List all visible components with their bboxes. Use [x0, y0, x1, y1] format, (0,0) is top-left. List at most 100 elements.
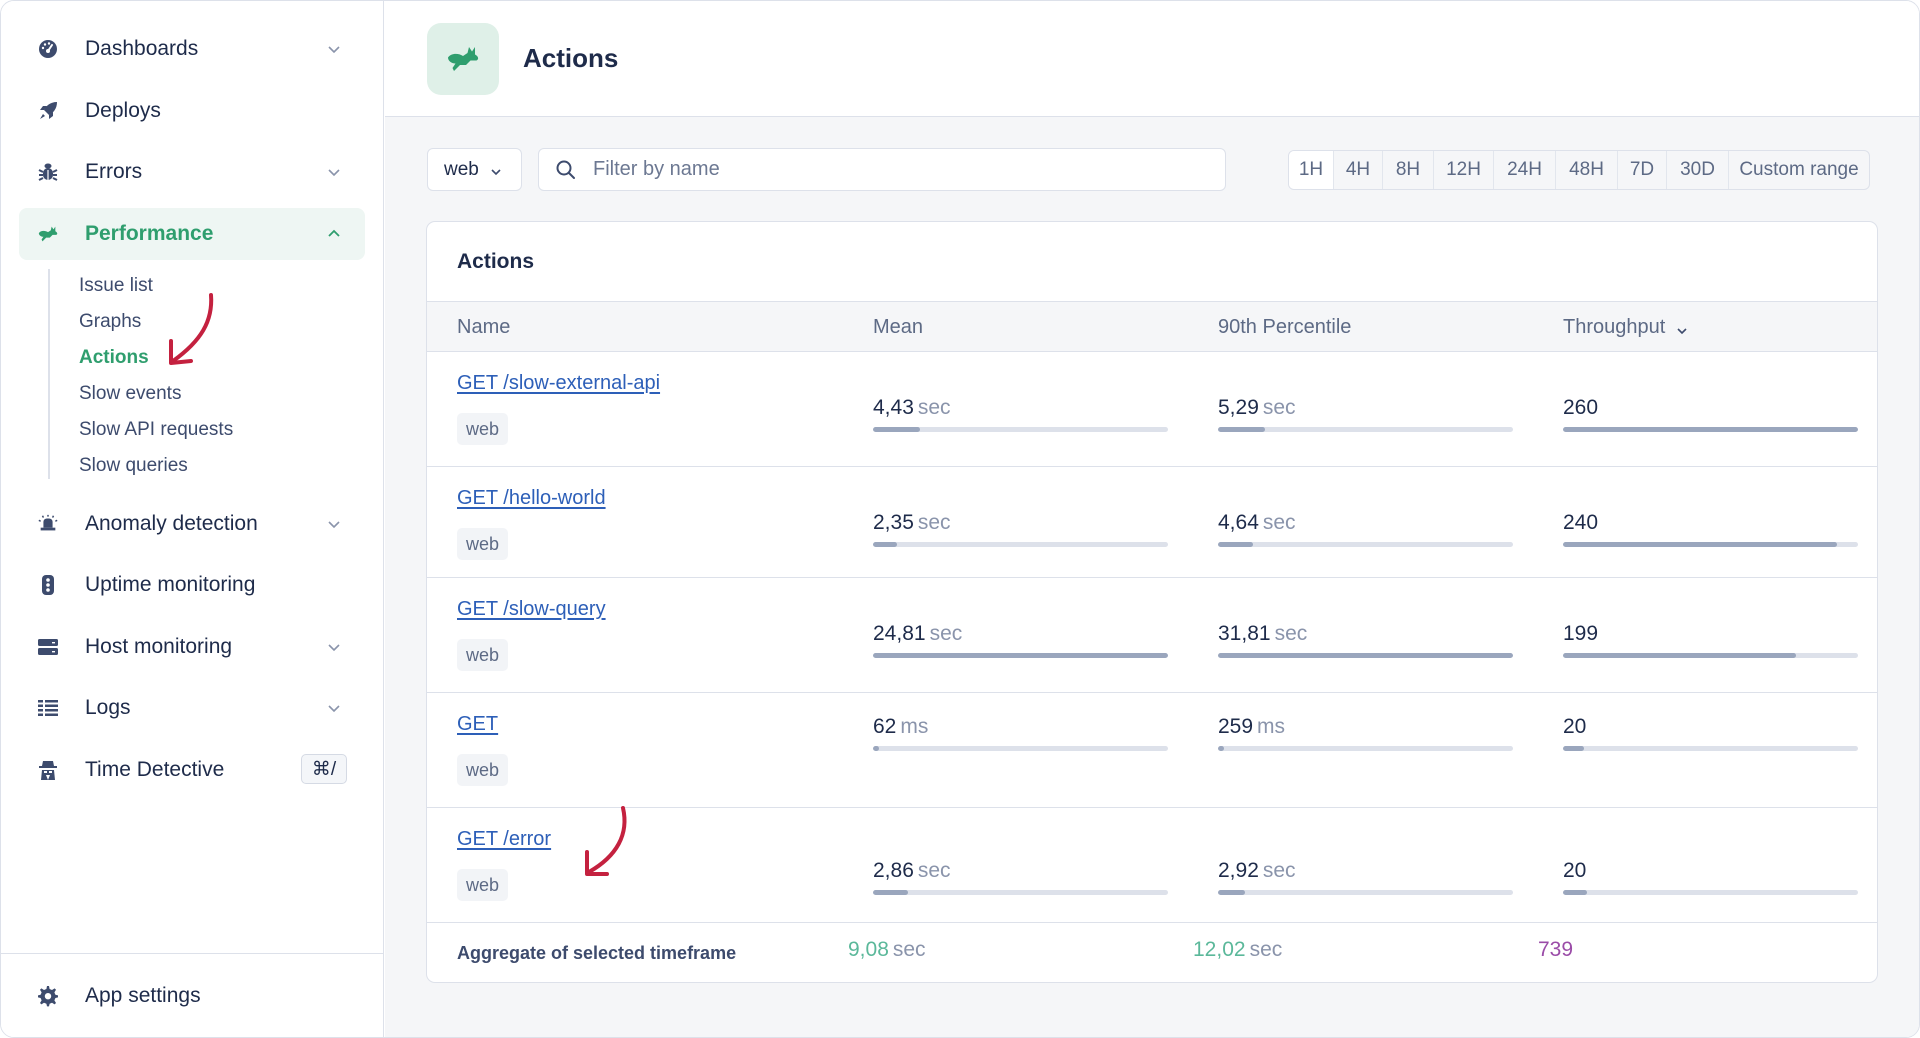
metric-mean: 4,43 sec [873, 396, 1168, 432]
sidebar-item-label: Host monitoring [85, 635, 233, 658]
subnav-item-issue-list[interactable]: Issue list [79, 275, 153, 297]
namespace-tag: web [457, 639, 509, 671]
keyboard-shortcut: ⌘/ [301, 754, 347, 784]
metric-throughput-bar [1563, 746, 1858, 751]
sidebar-item-label: Errors [85, 160, 143, 183]
metric-p90-bar [1218, 427, 1513, 432]
detective-icon [37, 759, 59, 781]
metric-mean-text: 2,35 sec [873, 511, 1168, 535]
sidebar-item-label: App settings [85, 984, 201, 1007]
metric-mean-bar-fill [873, 542, 897, 547]
actions-table-card: Actions Name Mean 90th Percentile Throug… [426, 221, 1878, 983]
subnav-item-slow-events[interactable]: Slow events [79, 383, 181, 405]
sidebar-item-errors[interactable]: Errors [19, 146, 365, 198]
time-range-4h[interactable]: 4H [1334, 151, 1383, 189]
metric-mean-bar-fill [873, 653, 1168, 658]
filter-search [538, 148, 1226, 191]
metric-mean-value: 24,81 [873, 622, 926, 645]
table-row: GET /error web 2,86 sec 2,92 sec 20 [427, 808, 1877, 923]
metric-p90-bar-fill [1218, 746, 1224, 751]
sidebar-item-logs[interactable]: Logs [19, 682, 365, 734]
table-row: GET web 62 ms 259 ms 20 [427, 693, 1877, 808]
action-name-link[interactable]: GET [457, 713, 498, 736]
sidebar-item-label: Dashboards [85, 37, 199, 60]
sidebar-item-performance[interactable]: Performance [19, 208, 365, 260]
namespace-select[interactable]: web [427, 148, 522, 191]
column-header-throughput[interactable]: Throughput [1563, 316, 1689, 339]
sidebar-item-label: Time Detective [85, 758, 225, 781]
metric-p90-text: 259 ms [1218, 715, 1513, 739]
time-range-7d[interactable]: 7D [1618, 151, 1667, 189]
action-name-link[interactable]: GET /slow-query [457, 598, 606, 621]
metric-p90: 31,81 sec [1218, 622, 1513, 658]
subnav-item-graphs[interactable]: Graphs [79, 311, 141, 333]
time-range-8h[interactable]: 8H [1383, 151, 1434, 189]
metric-throughput-bar [1563, 427, 1858, 432]
metric-mean-bar [873, 542, 1168, 547]
metric-mean: 62 ms [873, 715, 1168, 751]
metric-mean-bar [873, 427, 1168, 432]
time-range-1h[interactable]: 1H [1289, 151, 1334, 189]
card-title: Actions [457, 250, 535, 273]
column-header-p90: 90th Percentile [1218, 316, 1352, 338]
action-name-link[interactable]: GET /error [457, 828, 551, 851]
metric-mean-text: 2,86 sec [873, 859, 1168, 883]
metric-p90-bar-fill [1218, 890, 1245, 895]
sidebar-item-time-detective[interactable]: Time Detective ⌘/ [19, 744, 365, 796]
metric-p90: 4,64 sec [1218, 511, 1513, 547]
dashboard-gauge-icon [37, 38, 59, 60]
time-range-12h[interactable]: 12H [1434, 151, 1494, 189]
filter-by-name-input[interactable] [593, 158, 1193, 181]
metric-p90-text: 31,81 sec [1218, 622, 1513, 646]
gear-icon [37, 985, 59, 1007]
metric-mean-unit: sec [929, 622, 963, 645]
sidebar-item-anomaly-detection[interactable]: Anomaly detection [19, 498, 365, 550]
time-range-custom[interactable]: Custom range [1729, 151, 1869, 189]
metric-p90-text: 5,29 sec [1218, 396, 1513, 420]
sidebar-item-app-settings[interactable]: App settings [19, 970, 365, 1022]
action-name-link[interactable]: GET /hello-world [457, 487, 606, 510]
metric-throughput-value: 260 [1563, 396, 1599, 419]
sidebar-item-uptime-monitoring[interactable]: Uptime monitoring [19, 559, 365, 611]
metric-throughput-bar-fill [1563, 542, 1838, 547]
page-header: Actions [385, 1, 1919, 117]
metric-p90-bar [1218, 890, 1513, 895]
metric-throughput-bar-fill [1563, 890, 1587, 895]
sidebar-item-deploys[interactable]: Deploys [19, 85, 365, 137]
subnav-item-slow-api-requests[interactable]: Slow API requests [79, 419, 233, 441]
time-range-48h[interactable]: 48H [1556, 151, 1618, 189]
subnav-item-slow-queries[interactable]: Slow queries [79, 455, 188, 477]
sidebar-item-label: Uptime monitoring [85, 573, 256, 596]
metric-p90-bar [1218, 746, 1513, 751]
chevron-down-icon [325, 40, 343, 58]
sidebar-item-label: Logs [85, 696, 131, 719]
chevron-down-icon [325, 638, 343, 656]
time-range-30d[interactable]: 30D [1667, 151, 1729, 189]
metric-p90-value: 4,64 [1218, 511, 1259, 534]
sidebar-item-host-monitoring[interactable]: Host monitoring [19, 621, 365, 673]
metric-mean: 24,81 sec [873, 622, 1168, 658]
table-row: GET /slow-query web 24,81 sec 31,81 sec 199 [427, 578, 1877, 693]
sidebar-item-dashboards[interactable]: Dashboards [19, 23, 365, 75]
metric-throughput: 20 [1563, 715, 1858, 751]
table-row: GET /hello-world web 2,35 sec 4,64 sec 240 [427, 467, 1877, 578]
time-range-selector: 1H 4H 8H 12H 24H 48H 7D 30D Custom range [1288, 150, 1870, 190]
chevron-down-icon [489, 163, 503, 177]
aggregate-mean-value: 9,08 [848, 938, 889, 961]
aggregate-p90-value: 12,02 [1193, 938, 1246, 961]
metric-mean-value: 62 [873, 715, 897, 738]
sidebar: Dashboards Deploys Errors Performance Is… [1, 1, 384, 1037]
subnav-item-actions[interactable]: Actions [79, 347, 149, 369]
performance-subnav: Issue list Graphs Actions Slow events Sl… [48, 269, 233, 479]
app-window: Dashboards Deploys Errors Performance Is… [0, 0, 1920, 1038]
metric-p90-value: 259 [1218, 715, 1254, 738]
metric-throughput-value: 20 [1563, 715, 1587, 738]
action-name-link[interactable]: GET /slow-external-api [457, 372, 660, 395]
metric-mean-text: 4,43 sec [873, 396, 1168, 420]
metric-throughput-text: 260 [1563, 396, 1858, 420]
metric-p90-value: 31,81 [1218, 622, 1271, 645]
rabbit-icon [37, 223, 59, 245]
metric-throughput: 20 [1563, 859, 1858, 895]
metric-mean-bar-fill [873, 427, 921, 432]
time-range-24h[interactable]: 24H [1494, 151, 1556, 189]
